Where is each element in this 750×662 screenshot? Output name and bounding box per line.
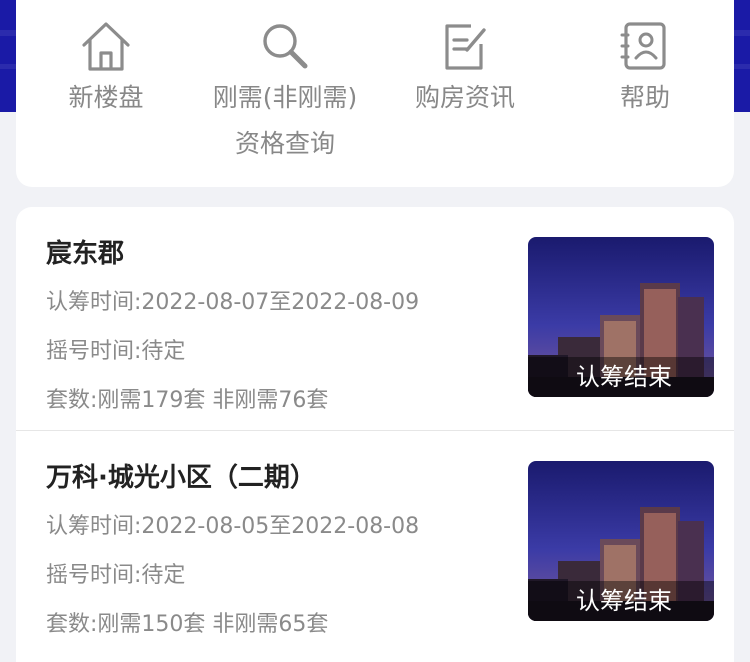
search-icon [263, 24, 308, 69]
list-item[interactable]: 万科·城光小区（二期） 认筹时间:2022-08-05至2022-08-08 摇… [16, 431, 734, 654]
property-name: 万科·城光小区（二期） [46, 463, 316, 493]
list-item[interactable]: 宸东郡 认筹时间:2022-08-07至2022-08-09 摇号时间:待定 套… [16, 207, 734, 430]
nav-item-qualification-check[interactable]: 刚需(非刚需) 资格查询 [195, 18, 375, 166]
edit-document-icon [445, 24, 486, 70]
status-badge: 认筹结束 [528, 357, 714, 397]
property-thumbnail[interactable]: 认筹结束 [528, 461, 714, 621]
unit-counts: 套数:刚需179套 非刚需76套 [46, 388, 329, 413]
listing-card: 宸东郡 认筹时间:2022-08-07至2022-08-09 摇号时间:待定 套… [16, 207, 734, 662]
help-contact-icon [620, 22, 666, 70]
nav-label: 帮助 [619, 83, 670, 112]
subscription-period: 认筹时间:2022-08-07至2022-08-09 [46, 290, 420, 315]
nav-label: 购房资讯 [414, 83, 515, 112]
home-icon [82, 22, 130, 71]
property-thumbnail[interactable]: 认筹结束 [528, 237, 714, 397]
nav-item-help[interactable]: 帮助 [555, 18, 735, 120]
unit-counts: 套数:刚需150套 非刚需65套 [46, 612, 329, 637]
subscription-period: 认筹时间:2022-08-05至2022-08-08 [46, 514, 420, 539]
nav-card: 新楼盘 刚需(非刚需) 资格查询 购房资讯 帮助 [16, 0, 734, 187]
nav-item-new-properties[interactable]: 新楼盘 [16, 18, 196, 120]
nav-label: 刚需(非刚需) [212, 83, 358, 112]
lottery-time: 摇号时间:待定 [46, 339, 186, 364]
nav-item-housing-news[interactable]: 购房资讯 [375, 18, 555, 120]
nav-label: 新楼盘 [68, 83, 144, 112]
nav-label-line2: 资格查询 [234, 129, 335, 158]
status-badge: 认筹结束 [528, 581, 714, 621]
lottery-time: 摇号时间:待定 [46, 563, 186, 588]
property-name: 宸东郡 [46, 239, 125, 269]
